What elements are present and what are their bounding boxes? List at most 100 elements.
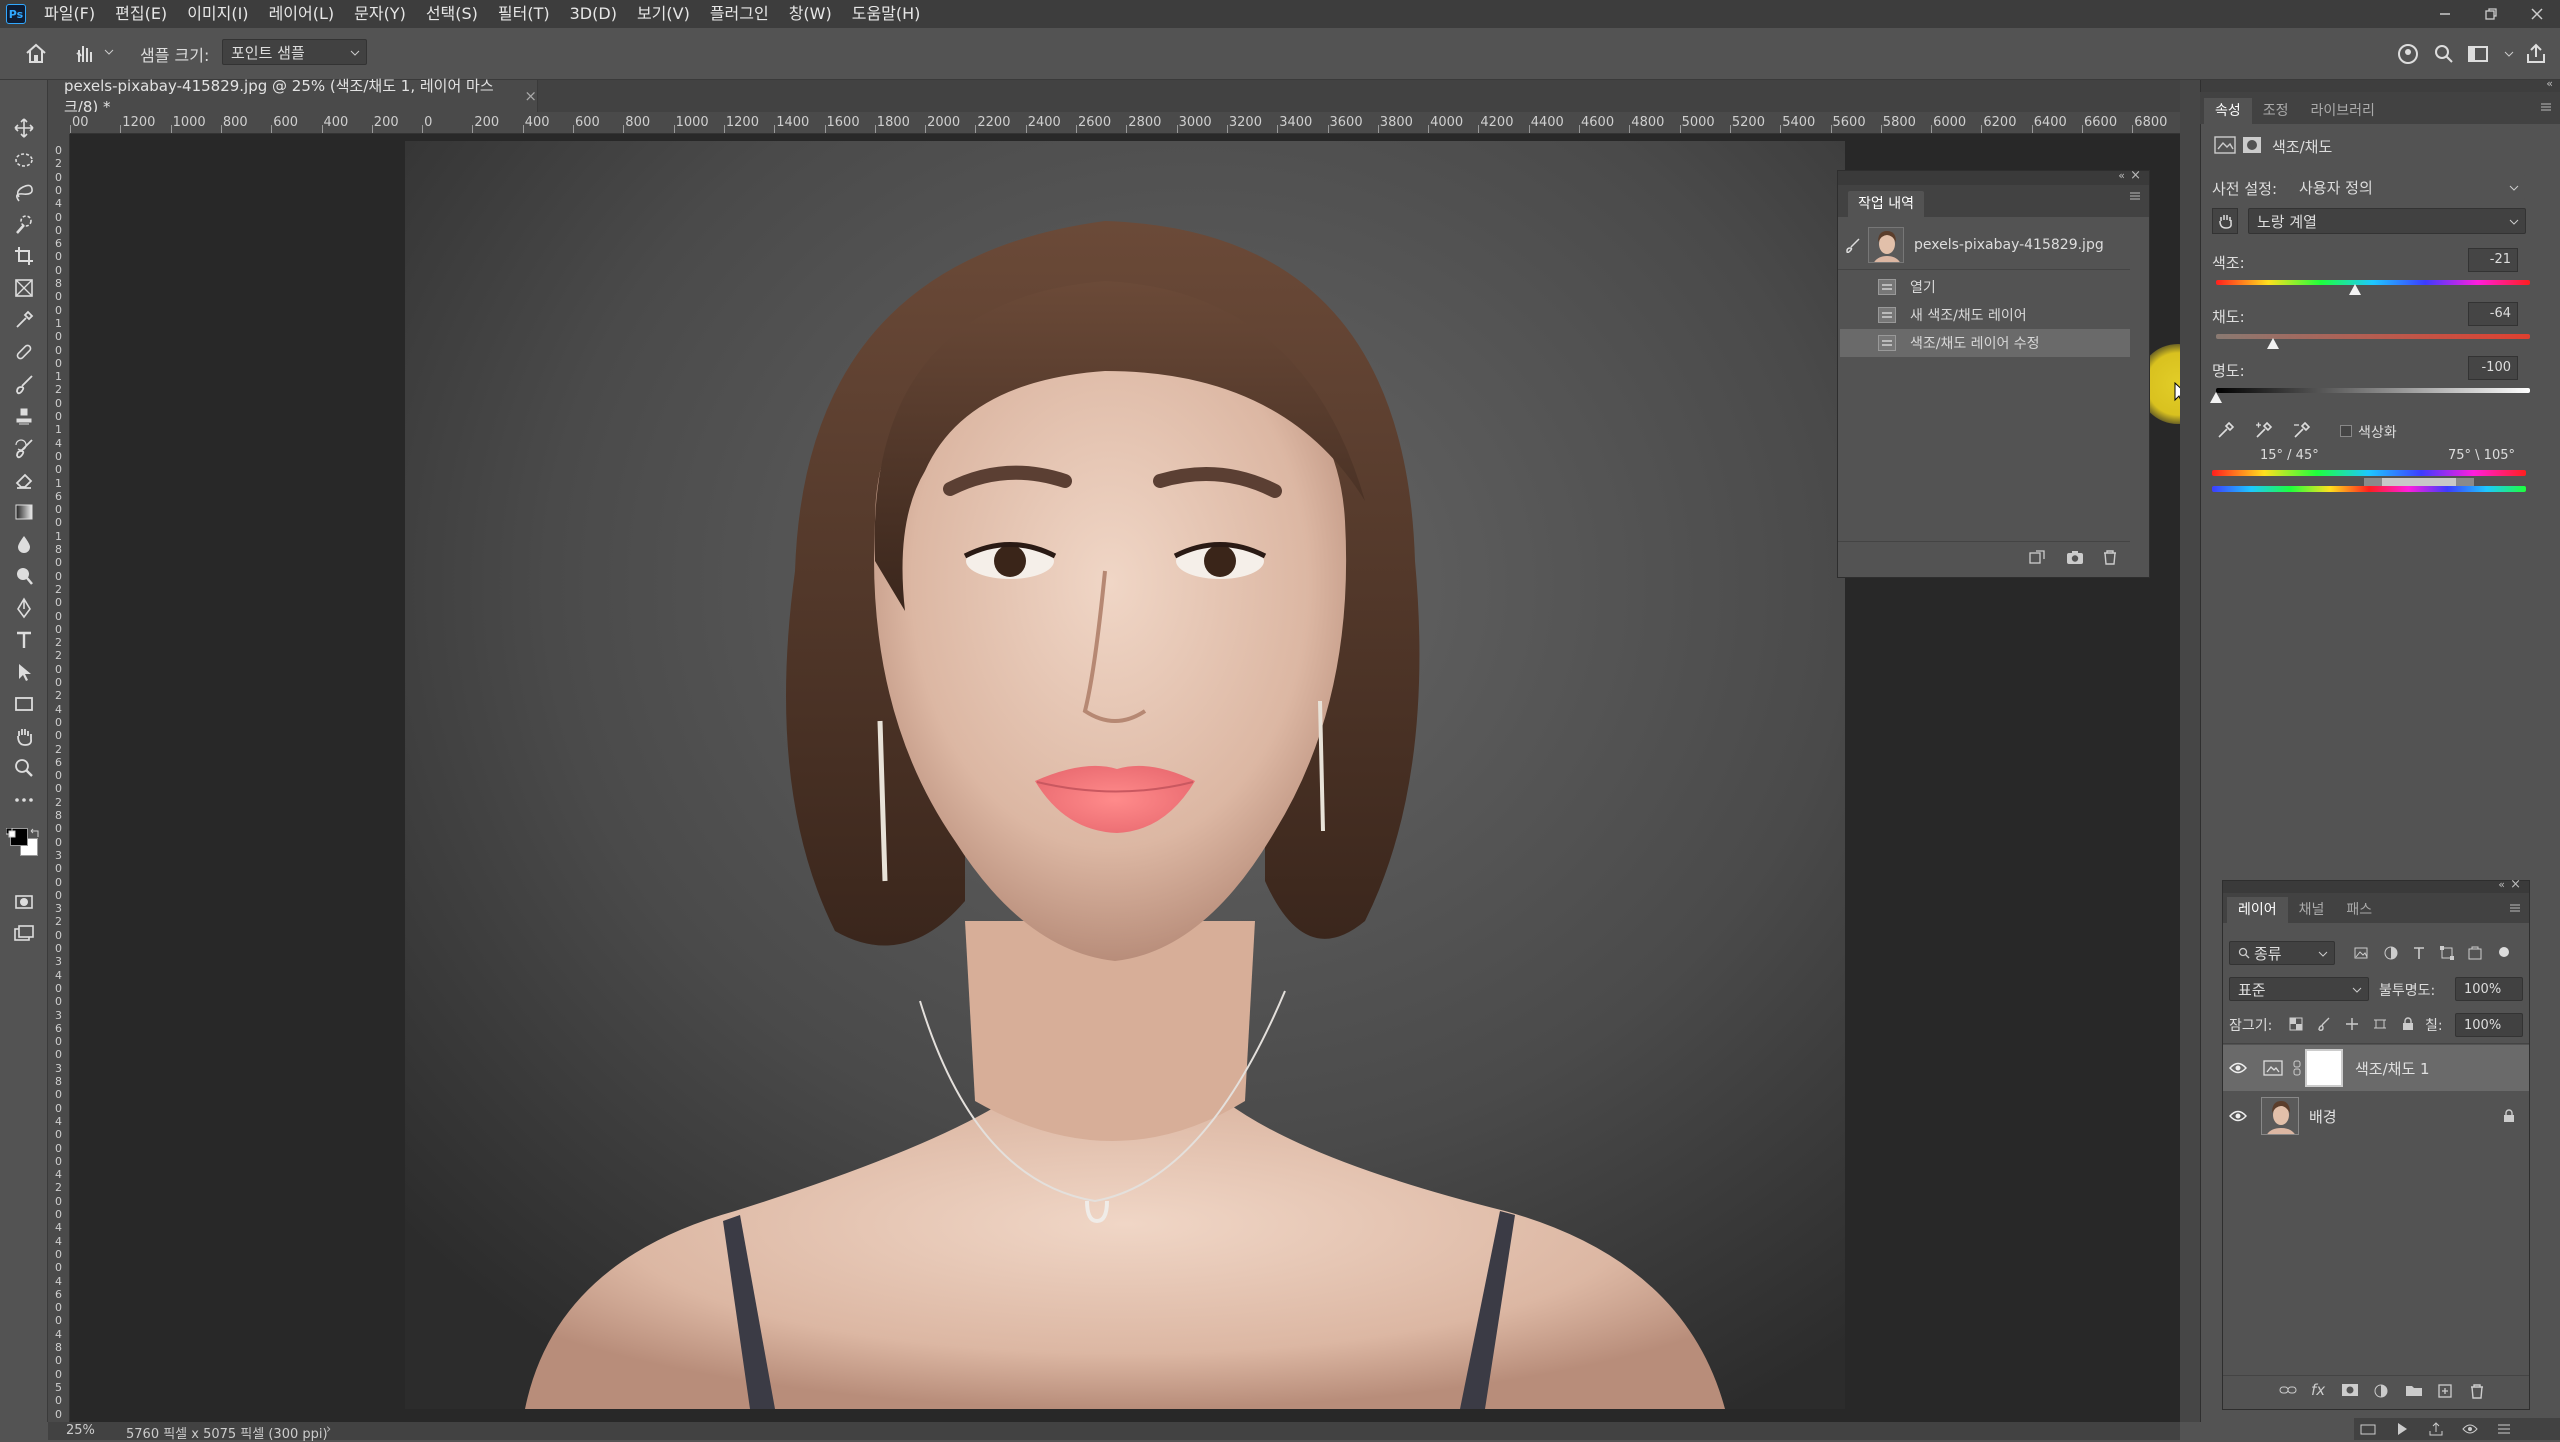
zoom-tool-icon[interactable] [10,754,38,782]
restore-button[interactable] [2468,0,2514,28]
filter-type-icon[interactable] [2411,945,2427,961]
menu-filter[interactable]: 필터(T) [488,0,560,28]
more-tools-icon[interactable] [10,786,38,814]
default-colors-icon[interactable] [6,828,16,838]
quick-mask-icon[interactable] [10,888,38,916]
lock-all-icon[interactable] [2401,1017,2415,1031]
pen-tool-icon[interactable] [10,594,38,622]
layer-style-fx-icon[interactable]: fx [2311,1381,2325,1399]
type-tool-icon[interactable] [10,626,38,654]
document-image[interactable] [405,141,1845,1409]
visibility-eye-icon[interactable] [2223,1062,2253,1074]
new-group-icon[interactable] [2405,1383,2423,1397]
menu-3d[interactable]: 3D(D) [560,0,627,28]
tab-paths[interactable]: 패스 [2335,897,2383,923]
collapse-panel-icon[interactable]: « [2498,878,2505,891]
color-range-core[interactable] [2382,478,2456,486]
ruler-origin[interactable] [48,112,70,134]
targeted-adjustment-tool-icon[interactable] [2212,208,2238,234]
hue-slider-thumb[interactable] [2348,284,2361,295]
lightness-value-input[interactable]: -100 [2468,356,2518,380]
preset-select[interactable]: 사용자 정의 [2290,174,2526,200]
saturation-slider-track[interactable] [2216,334,2530,339]
layer-name[interactable]: 배경 [2309,1106,2337,1127]
quick-selection-tool-icon[interactable] [10,210,38,238]
lock-pixels-icon[interactable] [2317,1017,2331,1031]
visibility-eye-icon[interactable] [2223,1110,2253,1122]
tab-properties[interactable]: 속성 [2204,98,2252,124]
lightness-slider-track[interactable] [2216,388,2530,393]
color-range-selector[interactable] [2364,478,2474,486]
document-tab[interactable]: pexels-pixabay-415829.jpg @ 25% (색조/채도 1… [48,77,538,116]
gradient-tool-icon[interactable] [10,498,38,526]
lasso-tool-icon[interactable] [10,178,38,206]
panel-title-bar[interactable]: « × [2223,877,2529,893]
status-menu-arrow[interactable]: › [326,1422,331,1437]
channel-select[interactable]: 노랑 계열 [2248,208,2526,234]
layer-row[interactable]: 배경 [2223,1093,2529,1139]
close-panel-icon[interactable]: × [2130,168,2141,183]
panel-menu-icon[interactable] [2129,191,2141,201]
frame-tool-icon[interactable] [10,274,38,302]
menu-plugins[interactable]: 플러그인 [700,0,779,28]
filter-smart-object-icon[interactable] [2467,945,2483,961]
right-panel-grip[interactable]: « [2201,77,2560,92]
lock-artboard-icon[interactable] [2373,1017,2387,1031]
saturation-slider-thumb[interactable] [2266,338,2279,349]
healing-brush-tool-icon[interactable] [10,338,38,366]
tab-adjustments[interactable]: 조정 [2252,98,2300,124]
history-brush-source-icon[interactable] [1838,237,1868,253]
history-snapshot[interactable]: pexels-pixabay-415829.jpg [1838,225,2130,265]
history-brush-tool-icon[interactable] [10,434,38,462]
menu-file[interactable]: 파일(F) [34,0,105,28]
history-step[interactable]: 새 색조/채도 레이어 [1840,301,2130,329]
eyedropper-tool-preset-icon[interactable] [72,40,98,64]
clone-stamp-tool-icon[interactable] [10,402,38,430]
search-icon[interactable] [2432,42,2456,66]
hue-value-input[interactable]: -21 [2468,248,2518,272]
share-icon[interactable] [2524,42,2548,66]
trash-icon[interactable] [2469,1383,2485,1399]
screen-mode-icon[interactable] [10,920,38,948]
menu-type[interactable]: 문자(Y) [344,0,416,28]
layer-name[interactable]: 색조/채도 1 [2355,1058,2430,1079]
chevron-down-icon[interactable] [2504,50,2514,58]
panel-list-icon[interactable] [2496,1421,2512,1437]
link-layers-icon[interactable] [2279,1383,2297,1397]
menu-help[interactable]: 도움말(H) [842,0,931,28]
panel-menu-icon[interactable] [2509,903,2521,913]
trash-icon[interactable] [2102,549,2118,565]
swap-colors-icon[interactable] [30,828,40,838]
menu-select[interactable]: 선택(S) [416,0,488,28]
actions-icon[interactable] [2394,1421,2410,1437]
eyedropper-minus-icon[interactable] [2292,420,2312,440]
hue-slider-track[interactable] [2216,280,2530,285]
panel-menu-icon[interactable] [2540,102,2552,112]
menu-edit[interactable]: 편집(E) [105,0,177,28]
horizontal-ruler[interactable]: 00 1200 1000 800 600 400 200 0 200 400 600 800 1000 1… [70,112,2180,134]
eyedropper-tool-icon[interactable] [10,306,38,334]
tab-libraries[interactable]: 라이브러리 [2300,98,2386,124]
new-document-from-state-icon[interactable] [2028,549,2046,565]
menu-window[interactable]: 창(W) [779,0,842,28]
sample-size-select[interactable]: 포인트 샘플 [222,39,367,65]
chain-link-icon[interactable] [2293,1060,2301,1076]
opacity-input[interactable]: 100% [2455,977,2523,1001]
tab-channels[interactable]: 채널 [2288,897,2336,923]
rectangle-tool-icon[interactable] [10,690,38,718]
dodge-tool-icon[interactable] [10,562,38,590]
new-layer-icon[interactable] [2437,1383,2453,1399]
eraser-tool-icon[interactable] [10,466,38,494]
blur-tool-icon[interactable] [10,530,38,558]
path-selection-tool-icon[interactable] [10,658,38,686]
filter-toggle[interactable] [2499,947,2509,957]
camera-icon[interactable] [2066,549,2084,565]
vertical-ruler[interactable]: 0200400600800100012001400160018002000220… [48,134,70,1434]
colorize-checkbox[interactable] [2340,425,2352,437]
menu-layer[interactable]: 레이어(L) [259,0,345,28]
account-icon[interactable] [2396,42,2420,66]
adjustment-layer-icon[interactable] [2214,136,2236,154]
eye-icon[interactable] [2462,1421,2478,1437]
marquee-tool-icon[interactable] [10,146,38,174]
history-step[interactable]: 열기 [1840,273,2130,301]
